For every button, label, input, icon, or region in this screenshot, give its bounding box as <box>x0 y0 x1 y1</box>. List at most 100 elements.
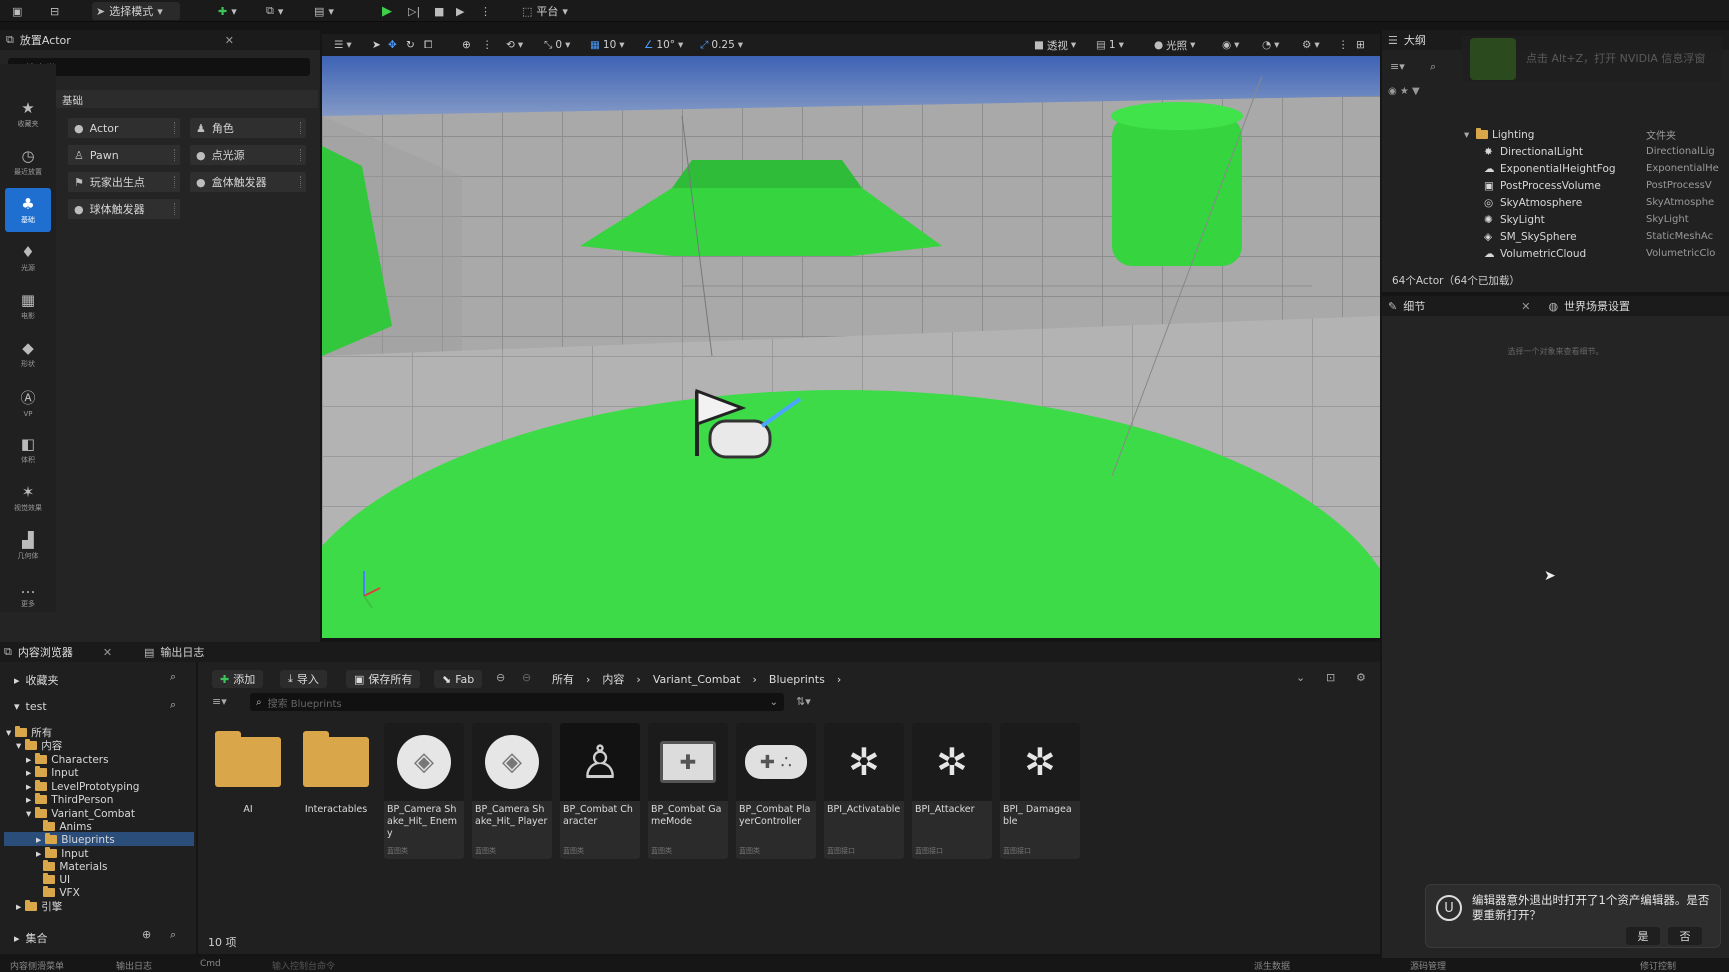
asset-bp-camera-shake-player[interactable]: ◈ BP_Camera Shake_Hit_ Player 蓝图类 <box>472 723 552 859</box>
fab-button[interactable]: ⬊ Fab <box>434 670 483 688</box>
outliner-row[interactable]: ◈ SM_SkySphere StaticMeshAc <box>1382 228 1729 245</box>
search-icon[interactable]: ⌕ <box>1430 60 1436 74</box>
asset-bp-combat-character[interactable]: ♙ BP_Combat Character 蓝图类 <box>560 723 640 859</box>
import-button[interactable]: ⤓ 导入 <box>280 670 327 688</box>
add-collection-icon[interactable]: ⊕ <box>142 928 151 941</box>
breadcrumb-item[interactable]: Blueprints <box>769 673 825 686</box>
tree-item-vfx[interactable]: VFX <box>36 886 80 899</box>
viewport-more-icon[interactable]: ⋮ <box>1338 36 1349 54</box>
category-lights[interactable]: ♦ 光源 <box>5 236 51 280</box>
viewport-menu-button[interactable]: ☰ ▾ <box>334 36 352 54</box>
mode-select-button[interactable]: ➤ 选择模式 ▾ <box>92 2 180 20</box>
translate-snap-button[interactable]: ⤡ 0 ▾ <box>544 36 570 54</box>
breadcrumb-item[interactable]: 所有 <box>552 671 574 687</box>
search-icon[interactable]: ⌕ <box>170 698 176 712</box>
rotate-snap-button[interactable]: ∠ 10° ▾ <box>644 36 683 54</box>
asset-bpi-damageable[interactable]: ✲ BPI_ Damageable 蓝图接口 <box>1000 723 1080 859</box>
asset-folder-ai[interactable]: AI <box>208 723 288 859</box>
history-forward-icon[interactable]: ⊖ <box>522 671 531 684</box>
play-button[interactable]: ▶ <box>378 2 396 20</box>
asset-bp-combat-playercontroller[interactable]: ✚ ∴ BP_Combat PlayerController 蓝图类 <box>736 723 816 859</box>
view-mode-button[interactable]: ■ 透视 ▾ <box>1034 36 1076 54</box>
performance-button[interactable]: ◔ ▾ <box>1262 36 1279 54</box>
actor-item-actor[interactable]: ● Actor <box>68 118 180 138</box>
close-icon[interactable]: ✕ <box>1521 300 1530 313</box>
console-input[interactable]: 输入控制台命令 <box>272 959 335 972</box>
tab-content-browser[interactable]: ⧉ 内容浏览器 ✕ <box>4 644 112 660</box>
tab-output-log[interactable]: ▤ 输出日志 <box>144 644 204 660</box>
outliner-row[interactable]: ☁ ExponentialHeightFog ExponentialHe <box>1382 160 1729 177</box>
eject-button[interactable]: ▶ <box>452 2 468 20</box>
category-more[interactable]: … 更多 <box>5 572 51 616</box>
asset-bpi-activatable[interactable]: ✲ BPI_Activatable 蓝图接口 <box>824 723 904 859</box>
lock-icon[interactable]: ⊡ <box>1326 671 1335 684</box>
tab-world-settings[interactable]: 世界场景设置 <box>1564 298 1630 314</box>
scale-tool-icon[interactable]: ⧠ <box>424 36 432 54</box>
cmd-button[interactable]: Cmd <box>200 959 221 969</box>
tab-details[interactable]: 细节 <box>1403 298 1425 314</box>
grid-snap-button[interactable]: ▦ 10 ▾ <box>590 36 625 54</box>
source-control-button[interactable]: 源码管理 <box>1410 959 1446 972</box>
asset-folder-interactables[interactable]: Interactables <box>296 723 376 859</box>
translate-tool-icon[interactable]: ✥ <box>388 36 397 54</box>
filter-icon[interactable]: ≡▾ <box>1390 60 1405 73</box>
outliner-row[interactable]: ✺ SkyLight SkyLight <box>1382 211 1729 228</box>
options-icon[interactable]: ⋮ <box>482 36 493 54</box>
category-basic[interactable]: ♣ 基础 <box>5 188 51 232</box>
category-vp[interactable]: Ⓐ VP <box>5 380 51 424</box>
no-button[interactable]: 否 <box>1668 927 1702 945</box>
tree-item-variant-combat[interactable]: ▾ Variant_Combat <box>26 807 135 820</box>
select-tool-icon[interactable]: ➤ <box>372 36 381 54</box>
gear-icon[interactable]: ⚙ <box>1356 671 1366 684</box>
revision-control-button[interactable]: 修订控制 <box>1640 959 1676 972</box>
camera-speed-button[interactable]: ▤ 1 ▾ <box>1096 36 1124 54</box>
outliner-row[interactable]: ✸ DirectionalLight DirectionalLig <box>1382 143 1729 160</box>
show-flags-button[interactable]: ◉ ▾ <box>1222 36 1239 54</box>
search-icon[interactable]: ⌕ <box>170 928 176 942</box>
close-icon[interactable]: ✕ <box>103 646 112 659</box>
rotate-tool-icon[interactable]: ↻ <box>406 36 415 54</box>
tree-item-input-combat[interactable]: ▸ Input <box>36 847 88 860</box>
tree-item-input[interactable]: ▸ Input <box>26 766 78 779</box>
actor-item-player-start[interactable]: ⚑ 玩家出生点 <box>68 172 180 192</box>
visibility-eye-icon[interactable]: ◉ ★ ▼ <box>1388 86 1420 97</box>
category-volumes[interactable]: ◧ 体积 <box>5 428 51 472</box>
history-back-icon[interactable]: ⊖ <box>496 671 505 684</box>
sort-icon[interactable]: ⇅▾ <box>796 695 811 708</box>
favorites-header[interactable]: ▸ 收藏夹 <box>14 672 59 688</box>
asset-bpi-attacker[interactable]: ✲ BPI_Attacker 蓝图接口 <box>912 723 992 859</box>
close-icon[interactable]: ✕ <box>225 34 234 47</box>
surface-snap-button[interactable]: ⟲ ▾ <box>506 36 523 54</box>
category-shapes[interactable]: ◆ 形状 <box>5 332 51 376</box>
category-cinematic[interactable]: ▦ 电影 <box>5 284 51 328</box>
outliner-row[interactable]: ◎ SkyAtmosphere SkyAtmosphe <box>1382 194 1729 211</box>
tree-item-blueprints[interactable]: ▸ Blueprints <box>36 833 115 846</box>
actor-item-point-light[interactable]: ● 点光源 <box>190 145 306 165</box>
tree-item-content[interactable]: ▾ 内容 <box>16 739 62 752</box>
search-icon[interactable]: ⌕ <box>170 670 176 684</box>
actor-item-pawn[interactable]: ♙ Pawn <box>68 145 180 165</box>
tree-item-thirdperson[interactable]: ▸ ThirdPerson <box>26 793 113 806</box>
collections-header[interactable]: ▸ 集合 <box>14 930 48 946</box>
actor-item-sphere-trigger[interactable]: ● 球体触发器 <box>68 199 180 219</box>
add-button[interactable]: ✚ 添加 <box>212 670 264 688</box>
save-all-button[interactable]: ▣ 保存所有 <box>346 670 421 688</box>
content-drawer-button[interactable]: 内容侧滑菜单 <box>10 959 64 972</box>
tree-item-engine[interactable]: ▸ 引擎 <box>16 900 62 913</box>
category-favorites[interactable]: ★ 收藏夹 <box>5 92 51 136</box>
blueprint-button[interactable]: ⧉ ▾ <box>262 2 287 20</box>
tree-item-ui[interactable]: UI <box>36 873 70 886</box>
asset-bp-combat-gamemode[interactable]: ✚ BP_Combat GameMode 蓝图类 <box>648 723 728 859</box>
place-actors-tab[interactable]: ⧉ 放置Actor ✕ <box>0 30 320 50</box>
actor-item-character[interactable]: ♟ 角色 <box>190 118 306 138</box>
save-icon[interactable]: ▣ <box>8 2 26 20</box>
outliner-folder-lighting[interactable]: ▾ Lighting 文件夹 <box>1382 126 1729 143</box>
content-icon[interactable]: ⊟ <box>46 2 63 20</box>
breadcrumb-item[interactable]: Variant_Combat <box>653 673 741 686</box>
breadcrumb-item[interactable]: 内容 <box>602 671 624 687</box>
output-log-button[interactable]: 输出日志 <box>116 959 152 972</box>
outliner-row[interactable]: ▣ PostProcessVolume PostProcessV <box>1382 177 1729 194</box>
path-dropdown-icon[interactable]: ⌄ <box>1296 671 1305 684</box>
outliner-row[interactable]: ☁ VolumetricCloud VolumetricClo <box>1382 245 1729 262</box>
stop-button[interactable]: ■ <box>430 2 448 20</box>
